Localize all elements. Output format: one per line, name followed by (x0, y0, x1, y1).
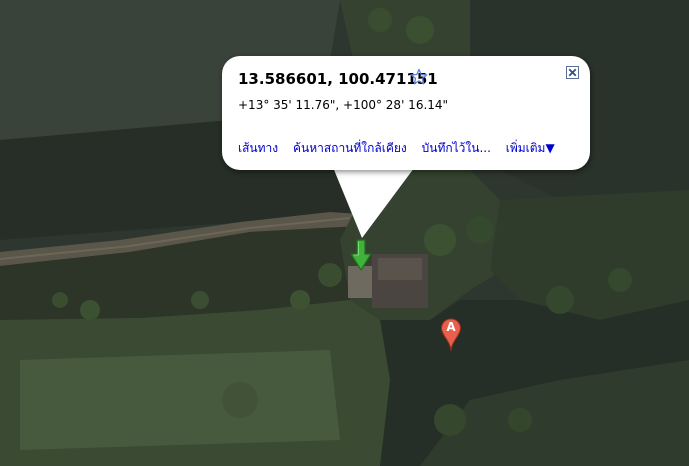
star-icon[interactable] (410, 68, 428, 86)
info-window-links: เส้นทาง ค้นหาสถานที่ใกล้เคียง บันทึกไว้ใ… (238, 139, 555, 158)
result-marker-a[interactable]: A (440, 318, 462, 352)
info-window: 13.586601, 100.471151 +13° 35' 11.76", +… (222, 56, 590, 170)
directions-link[interactable]: เส้นทาง (238, 141, 278, 155)
dms-coordinates: +13° 35' 11.76", +100° 28' 16.14" (238, 98, 449, 112)
coordinates-title: 13.586601, 100.471151 (238, 70, 438, 88)
close-icon[interactable] (566, 66, 579, 79)
search-nearby-link[interactable]: ค้นหาสถานที่ใกล้เคียง (293, 141, 407, 155)
more-dropdown-link[interactable]: เพิ่มเติม▼ (506, 141, 555, 155)
green-down-arrow-icon[interactable] (349, 238, 373, 274)
marker-label: A (446, 320, 456, 334)
save-to-link[interactable]: บันทึกไว้ใน... (422, 141, 491, 155)
satellite-map[interactable]: 13.586601, 100.471151 +13° 35' 11.76", +… (0, 0, 689, 466)
